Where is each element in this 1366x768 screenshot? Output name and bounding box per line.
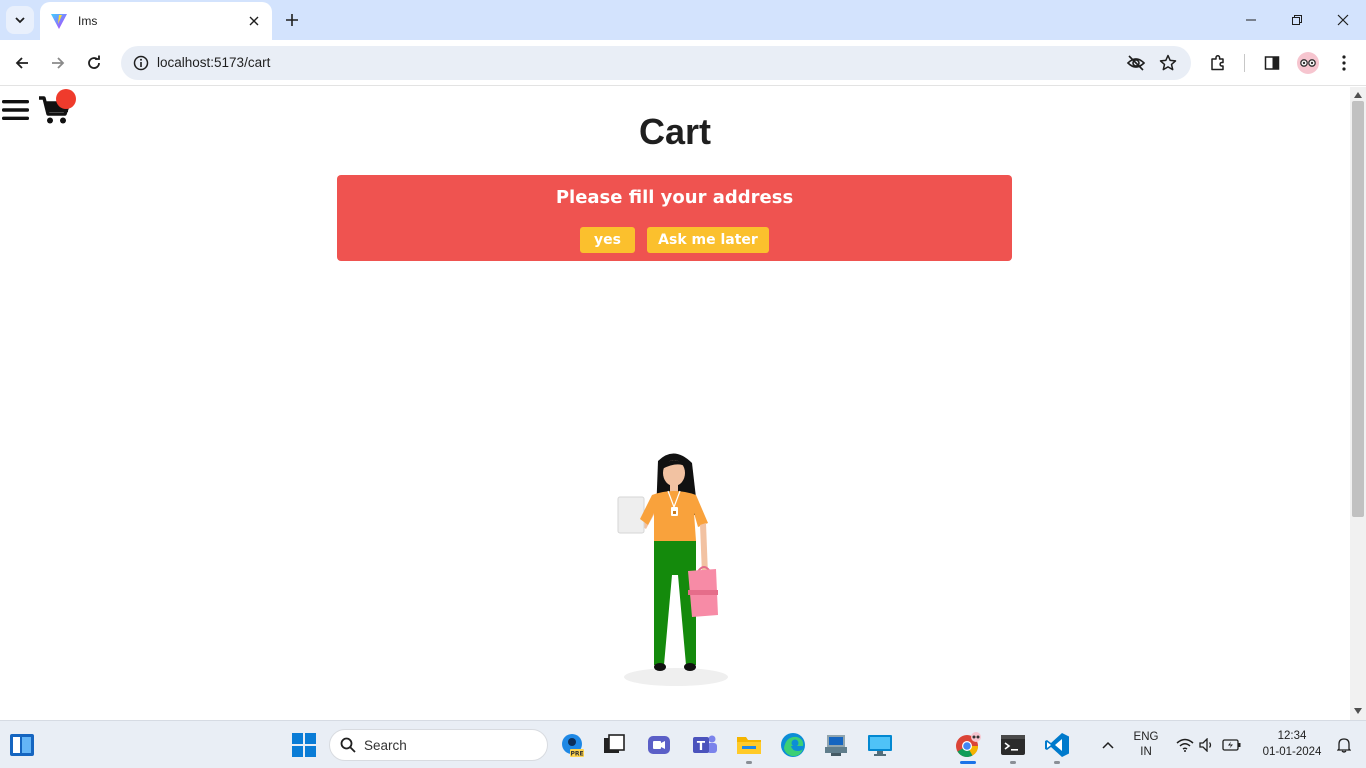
puzzle-icon	[1211, 54, 1224, 71]
browser-toolbar: localhost:5173/cart	[0, 40, 1366, 86]
start-button[interactable]	[288, 729, 320, 761]
taskbar-app-network-tool[interactable]	[820, 729, 852, 761]
new-tab-button[interactable]	[281, 9, 303, 31]
reload-button[interactable]	[80, 49, 108, 77]
input-region[interactable]: IN	[1128, 746, 1164, 758]
chevron-up-icon	[1102, 741, 1114, 749]
page-content: Cart Please fill your address yes Ask me…	[0, 87, 1350, 720]
bell-icon	[1337, 738, 1351, 753]
task-view-icon	[604, 734, 625, 753]
side-panel-button[interactable]	[1258, 49, 1286, 77]
taskbar-app-remote-desktop[interactable]	[864, 729, 896, 761]
widgets-button[interactable]	[6, 729, 38, 761]
browser-tab[interactable]: Ims	[40, 2, 272, 40]
address-bar[interactable]: localhost:5173/cart	[121, 46, 1191, 80]
taskbar-app-pre[interactable]: PRE	[557, 729, 589, 761]
search-icon	[340, 737, 356, 753]
tab-search-button[interactable]	[6, 6, 34, 34]
restore-button[interactable]	[1274, 0, 1320, 40]
close-window-button[interactable]	[1320, 0, 1366, 40]
scroll-up-icon[interactable]	[1354, 91, 1362, 99]
alert-message: Please fill your address	[555, 187, 794, 208]
taskbar-app-teams[interactable]: T	[689, 729, 721, 761]
battery-status[interactable]	[1216, 729, 1248, 761]
edge-icon	[781, 733, 805, 757]
tab-title: Ims	[78, 14, 98, 28]
browser-tab-strip: Ims	[0, 0, 1366, 40]
address-alert: Please fill your address yes Ask me late…	[337, 175, 1012, 261]
woman-shopping-illustration	[617, 453, 728, 686]
plus-icon	[286, 14, 298, 26]
page-title: Cart	[638, 111, 712, 152]
ask-me-later-button[interactable]: Ask me later	[647, 227, 769, 253]
chrome-icon	[956, 732, 981, 757]
taskbar-app-edge[interactable]	[777, 729, 809, 761]
taskbar-search-box[interactable]: Search	[329, 729, 548, 761]
svg-text:T: T	[697, 739, 706, 753]
profile-avatar-icon	[1297, 52, 1319, 74]
arrow-left-icon	[15, 57, 28, 69]
minimize-icon	[1246, 19, 1256, 21]
yes-button[interactable]: yes	[580, 227, 635, 253]
teams-icon: T	[693, 735, 717, 753]
star-icon[interactable]	[1156, 51, 1180, 75]
show-hidden-icons-button[interactable]	[1092, 729, 1124, 761]
minimize-button[interactable]	[1228, 0, 1274, 40]
scroll-down-icon[interactable]	[1354, 707, 1362, 715]
taskbar-app-meet[interactable]	[643, 729, 675, 761]
clock-date[interactable]: 01-01-2024	[1252, 746, 1332, 758]
speaker-icon	[1199, 738, 1212, 752]
battery-icon	[1222, 739, 1241, 751]
svg-text:PRE: PRE	[570, 751, 583, 758]
url-text[interactable]: localhost:5173/cart	[157, 55, 270, 70]
back-button[interactable]	[8, 49, 36, 77]
clock-time[interactable]: 12:34	[1252, 730, 1332, 742]
vscode-running-indicator	[1054, 761, 1060, 764]
close-icon	[1337, 14, 1349, 26]
extensions-button[interactable]	[1204, 49, 1232, 77]
profile-button[interactable]	[1294, 49, 1322, 77]
chevron-down-icon	[15, 17, 25, 24]
taskbar-app-terminal[interactable]	[997, 729, 1029, 761]
cart-badge	[56, 89, 76, 109]
forward-button[interactable]	[44, 49, 72, 77]
kebab-menu-icon	[1342, 55, 1346, 71]
remote-desktop-icon	[868, 735, 892, 756]
search-label: Search	[364, 737, 407, 753]
tab-close-icon[interactable]	[246, 13, 262, 29]
taskbar-app-task-view[interactable]	[598, 729, 630, 761]
page-scrollbar[interactable]	[1350, 87, 1366, 720]
site-info-icon[interactable]	[129, 51, 153, 75]
restore-icon	[1292, 15, 1302, 25]
taskbar-app-chrome[interactable]	[952, 729, 984, 761]
terminal-icon	[1001, 735, 1025, 755]
input-language[interactable]: ENG	[1128, 731, 1164, 743]
taskbar-app-file-explorer[interactable]	[733, 729, 765, 761]
windows-logo-icon	[292, 733, 316, 757]
widgets-icon	[10, 734, 34, 756]
app-pre-icon: PRE	[562, 734, 584, 758]
terminal-running-indicator	[1010, 761, 1016, 764]
file-explorer-running-indicator	[746, 761, 752, 764]
vite-favicon-icon	[51, 14, 67, 29]
network-tool-icon	[825, 735, 847, 756]
notifications-button[interactable]	[1328, 729, 1360, 761]
vscode-icon	[1045, 733, 1069, 757]
scrollbar-thumb[interactable]	[1352, 101, 1364, 517]
windows-taskbar: Search PRE T ENG IN 12:34 01-01-2024	[0, 720, 1366, 768]
folder-icon	[737, 737, 761, 754]
eye-off-icon[interactable]	[1124, 51, 1148, 75]
side-panel-icon	[1264, 56, 1280, 70]
taskbar-app-vscode[interactable]	[1041, 729, 1073, 761]
browser-menu-button[interactable]	[1330, 49, 1358, 77]
video-chat-icon	[648, 736, 670, 754]
toolbar-divider	[1244, 54, 1245, 72]
chrome-active-indicator	[960, 761, 976, 764]
reload-icon	[88, 55, 100, 69]
arrow-right-icon	[52, 57, 65, 69]
